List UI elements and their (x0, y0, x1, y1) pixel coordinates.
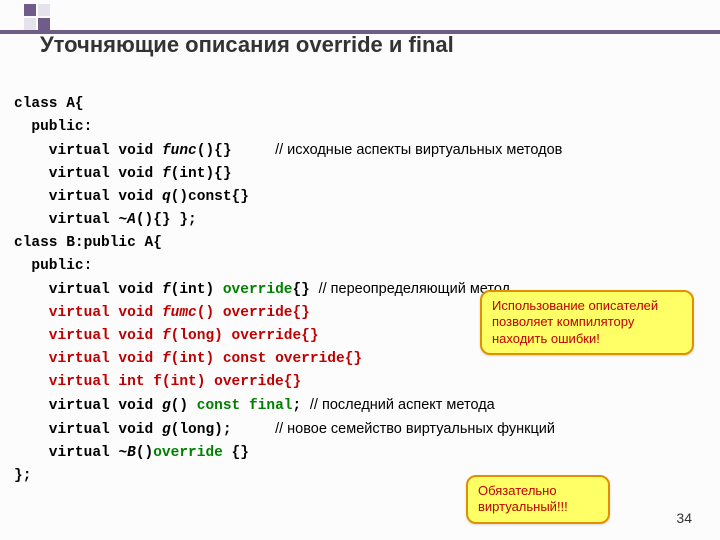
code-line: virtual void q()const{} (14, 189, 249, 205)
code-line: virtual void f(int){} (14, 166, 232, 182)
code-line: virtual void g(long); // новое семейство… (14, 422, 555, 438)
code-block: class A{ public: virtual void func(){} /… (14, 70, 562, 488)
code-line: virtual void fumc() override{} (14, 305, 310, 321)
code-line: virtual int f(int) override{} (14, 374, 301, 390)
callout-must-be-virtual: Обязательно виртуальный!!! (466, 475, 610, 524)
code-line: }; (14, 468, 31, 484)
code-line: class A{ (14, 96, 84, 112)
page-number: 34 (676, 510, 692, 526)
code-line: virtual void f(long) override{} (14, 328, 319, 344)
code-line: virtual void f(int) override{} // переоп… (14, 282, 510, 298)
code-line: class B:public A{ (14, 235, 162, 251)
code-line: virtual void func(){} // исходные аспект… (14, 143, 562, 159)
code-line: virtual void f(int) const override{} (14, 351, 362, 367)
callout-compiler-errors: Использование описателей позволяет компи… (480, 290, 694, 355)
code-line: virtual ~A(){} }; (14, 212, 197, 228)
code-line: public: (14, 258, 92, 274)
code-line: public: (14, 119, 92, 135)
code-line: virtual ~B()override {} (14, 445, 249, 461)
slide-title: Уточняющие описания override и final (40, 32, 454, 58)
code-line: virtual void g() const final; // последн… (14, 398, 495, 414)
